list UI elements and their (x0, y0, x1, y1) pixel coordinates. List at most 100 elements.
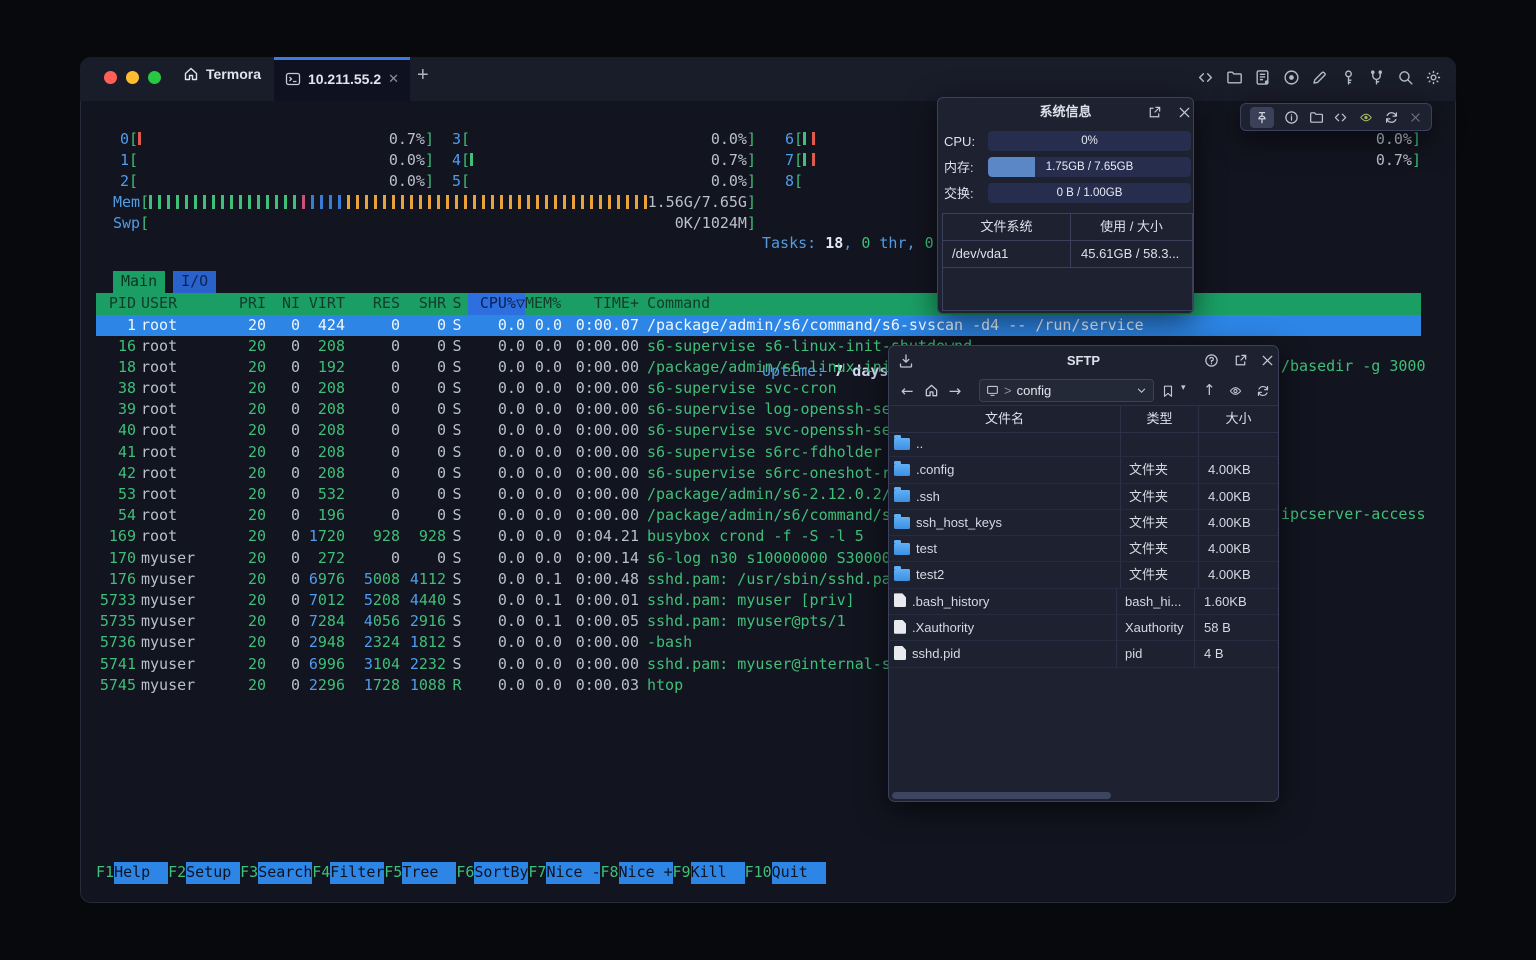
function-key[interactable]: F9Kill (673, 862, 745, 884)
help-icon[interactable] (1204, 353, 1219, 368)
minimize-window-button[interactable] (126, 71, 139, 84)
file-row[interactable]: sshd.pidpid4 B (889, 641, 1278, 667)
show-hidden-icon[interactable] (1228, 384, 1243, 398)
home-icon (183, 66, 199, 82)
function-key[interactable]: F3Search (240, 862, 312, 884)
horizontal-scrollbar[interactable] (892, 792, 1111, 799)
file-type-icon (894, 593, 906, 607)
close-window-button[interactable] (104, 71, 117, 84)
refresh-icon[interactable] (1384, 110, 1399, 125)
process-table-header[interactable]: PIDUSERPRINIVIRTRESSHRSCPU%▽MEM%TIME+Com… (96, 293, 1421, 315)
file-row[interactable]: test2文件夹4.00KB (889, 562, 1278, 588)
upload-button[interactable]: ↑ (1203, 381, 1216, 399)
file-type-icon (894, 543, 910, 555)
swap-meter: Swp[0K/1024M] (96, 212, 756, 233)
folder-icon[interactable] (1309, 110, 1324, 125)
file-type-icon (894, 517, 910, 529)
col-s: S (446, 293, 468, 315)
col-ni: NI (266, 293, 300, 315)
file-row[interactable]: .. (889, 431, 1278, 457)
download-icon[interactable] (898, 353, 914, 369)
col-user: USER (136, 293, 236, 315)
process-row[interactable]: 1root20042400S0.00.00:00.07/package/admi… (96, 315, 1421, 336)
command-tail: ipcserver-access (1281, 505, 1426, 523)
function-key[interactable]: F4Filter (312, 862, 384, 884)
floating-toolbar (1240, 103, 1432, 131)
filesystem-table-empty (943, 268, 1192, 310)
keychain-icon[interactable] (1368, 69, 1385, 86)
col-cpu-sort[interactable]: CPU%▽ (468, 293, 525, 315)
key-icon[interactable] (1340, 69, 1357, 86)
file-row[interactable]: .config文件夹4.00KB (889, 457, 1278, 483)
function-key[interactable]: F5Tree (384, 862, 456, 884)
col-mem: MEM% (525, 293, 562, 315)
path-field[interactable]: > config (979, 379, 1154, 402)
file-table-header[interactable]: 文件名 类型 大小 (889, 405, 1278, 433)
forward-button[interactable]: → (949, 382, 962, 400)
filesystem-table-header: 文件系统使用 / 大小 (943, 214, 1192, 241)
command-tail: /basedir -g 3000 (1281, 357, 1426, 375)
close-tab-icon[interactable]: ✕ (388, 71, 399, 87)
nvidia-icon[interactable] (1358, 110, 1374, 125)
htop-tab-main[interactable]: Main (113, 271, 165, 293)
code-icon[interactable] (1333, 110, 1348, 125)
folder-icon[interactable] (1226, 69, 1243, 86)
file-row[interactable]: ssh_host_keys文件夹4.00KB (889, 510, 1278, 536)
titlebar-actions (1197, 69, 1442, 86)
function-key[interactable]: F7Nice - (528, 862, 600, 884)
close-panel-icon[interactable] (1260, 353, 1275, 368)
cpu-meter: 4[0.7%] (446, 149, 756, 170)
record-icon[interactable] (1283, 69, 1300, 86)
file-row[interactable]: .XauthorityXauthority58 B (889, 615, 1278, 641)
log-icon[interactable] (1254, 69, 1271, 86)
edit-icon[interactable] (1311, 69, 1328, 86)
open-in-window-icon[interactable] (1233, 353, 1248, 368)
system-info-panel: 系统信息 CPU: 0% 内存: 1.75GB / 7.65GB 交换: 0 B… (937, 97, 1194, 314)
chevron-down-icon[interactable] (1136, 385, 1147, 396)
cpu-row: CPU: (944, 131, 975, 152)
mem-meter: Mem[1.56G/7.65G] (96, 191, 756, 212)
session-tab-label: 10.211.55.2 (308, 71, 381, 87)
filesystem-row[interactable]: /dev/vda145.61GB / 58.3... (943, 241, 1192, 268)
back-button[interactable]: ← (901, 382, 914, 400)
path-separator: > (1004, 383, 1012, 398)
bookmark-caret-icon[interactable]: ▾ (1181, 382, 1186, 393)
session-tab[interactable]: 10.211.55.2 ✕ (274, 57, 410, 101)
file-row[interactable]: .ssh文件夹4.00KB (889, 484, 1278, 510)
code-icon[interactable] (1197, 69, 1214, 86)
function-key[interactable]: F8Nice + (600, 862, 672, 884)
htop-tab-io[interactable]: I/O (173, 271, 216, 293)
close-panel-icon[interactable] (1177, 105, 1192, 120)
function-key[interactable]: F1Help (96, 862, 168, 884)
home-tab-label: Termora (206, 66, 261, 82)
path-segment[interactable]: config (1017, 383, 1052, 398)
pin-icon[interactable] (1250, 107, 1274, 128)
tasks-line: Tasks: 18, 0 thr, 0 (762, 233, 943, 254)
file-row[interactable]: test文件夹4.00KB (889, 536, 1278, 562)
file-type-icon (894, 620, 906, 634)
function-key[interactable]: F6SortBy (456, 862, 528, 884)
function-key[interactable]: F2Setup (168, 862, 240, 884)
new-tab-button[interactable]: + (417, 64, 429, 87)
function-key[interactable]: F10Quit (745, 862, 826, 884)
sort-indicator-icon: ▽ (516, 294, 525, 312)
memory-usage-bar: 1.75GB / 7.65GB (988, 157, 1191, 177)
file-row[interactable]: .bash_historybash_hi...1.60KB (889, 589, 1278, 615)
refresh-icon[interactable] (1256, 384, 1270, 398)
settings-icon[interactable] (1425, 69, 1442, 86)
search-icon[interactable] (1397, 69, 1414, 86)
col-type: 类型 (1120, 406, 1198, 432)
cpu-meter: 0[0.7%] (114, 128, 434, 149)
zoom-window-button[interactable] (148, 71, 161, 84)
bookmark-icon[interactable] (1161, 384, 1175, 398)
home-tab[interactable]: Termora (183, 66, 261, 82)
home-button[interactable] (924, 383, 939, 398)
terminal[interactable]: 0[0.7%]1[0.0%]2[0.0%] 3[0.0%]4[0.7%]5[0.… (0, 0, 1536, 960)
col-shr: SHR (400, 293, 446, 315)
sftp-window: SFTP ← → > config ▾ ↑ 文件名 类型 大小 (888, 345, 1279, 802)
close-icon[interactable] (1409, 111, 1422, 124)
open-in-window-icon[interactable] (1147, 105, 1162, 120)
col-filename: 文件名 (889, 406, 1120, 432)
info-icon[interactable] (1284, 110, 1299, 125)
cpu-usage-bar: 0% (988, 131, 1191, 151)
